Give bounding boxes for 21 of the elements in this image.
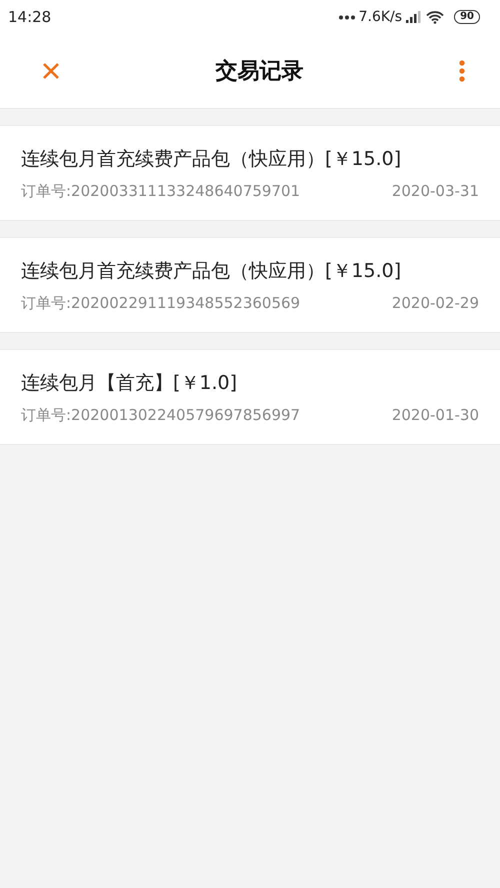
page-title: 交易记录: [216, 58, 304, 86]
record-card[interactable]: 连续包月【首充】[￥1.0] 订单号:202001302240579697856997 2020-01-30: [0, 349, 500, 445]
close-icon[interactable]: [42, 62, 60, 80]
more-menu-icon[interactable]: [459, 60, 465, 82]
clock: 14:28: [8, 8, 52, 26]
record-card[interactable]: 连续包月首充续费产品包（快应用）[￥15.0] 订单号:202002291119348552360569 2020-02-29: [0, 237, 500, 333]
wifi-icon: [426, 10, 444, 24]
order-number: 订单号:202002291119348552360569: [21, 294, 300, 312]
order-number: 订单号:202001302240579697856997: [21, 406, 300, 424]
record-date: 2020-02-29: [392, 294, 479, 312]
order-number: 订单号:202003311133248640759701: [21, 182, 300, 200]
record-card[interactable]: 连续包月首充续费产品包（快应用）[￥15.0] 订单号:202003311133248640759701 2020-03-31: [0, 125, 500, 221]
record-date: 2020-01-30: [392, 406, 479, 424]
record-title: 连续包月首充续费产品包（快应用）[￥15.0]: [21, 258, 402, 284]
signal-icon: [406, 11, 422, 23]
more-notifications-icon: [338, 14, 355, 20]
record-title: 连续包月首充续费产品包（快应用）[￥15.0]: [21, 146, 402, 172]
record-title: 连续包月【首充】[￥1.0]: [21, 370, 238, 396]
record-date: 2020-03-31: [392, 182, 479, 200]
network-speed: 7.6K/s: [358, 9, 402, 25]
battery-indicator: 90: [454, 10, 480, 24]
